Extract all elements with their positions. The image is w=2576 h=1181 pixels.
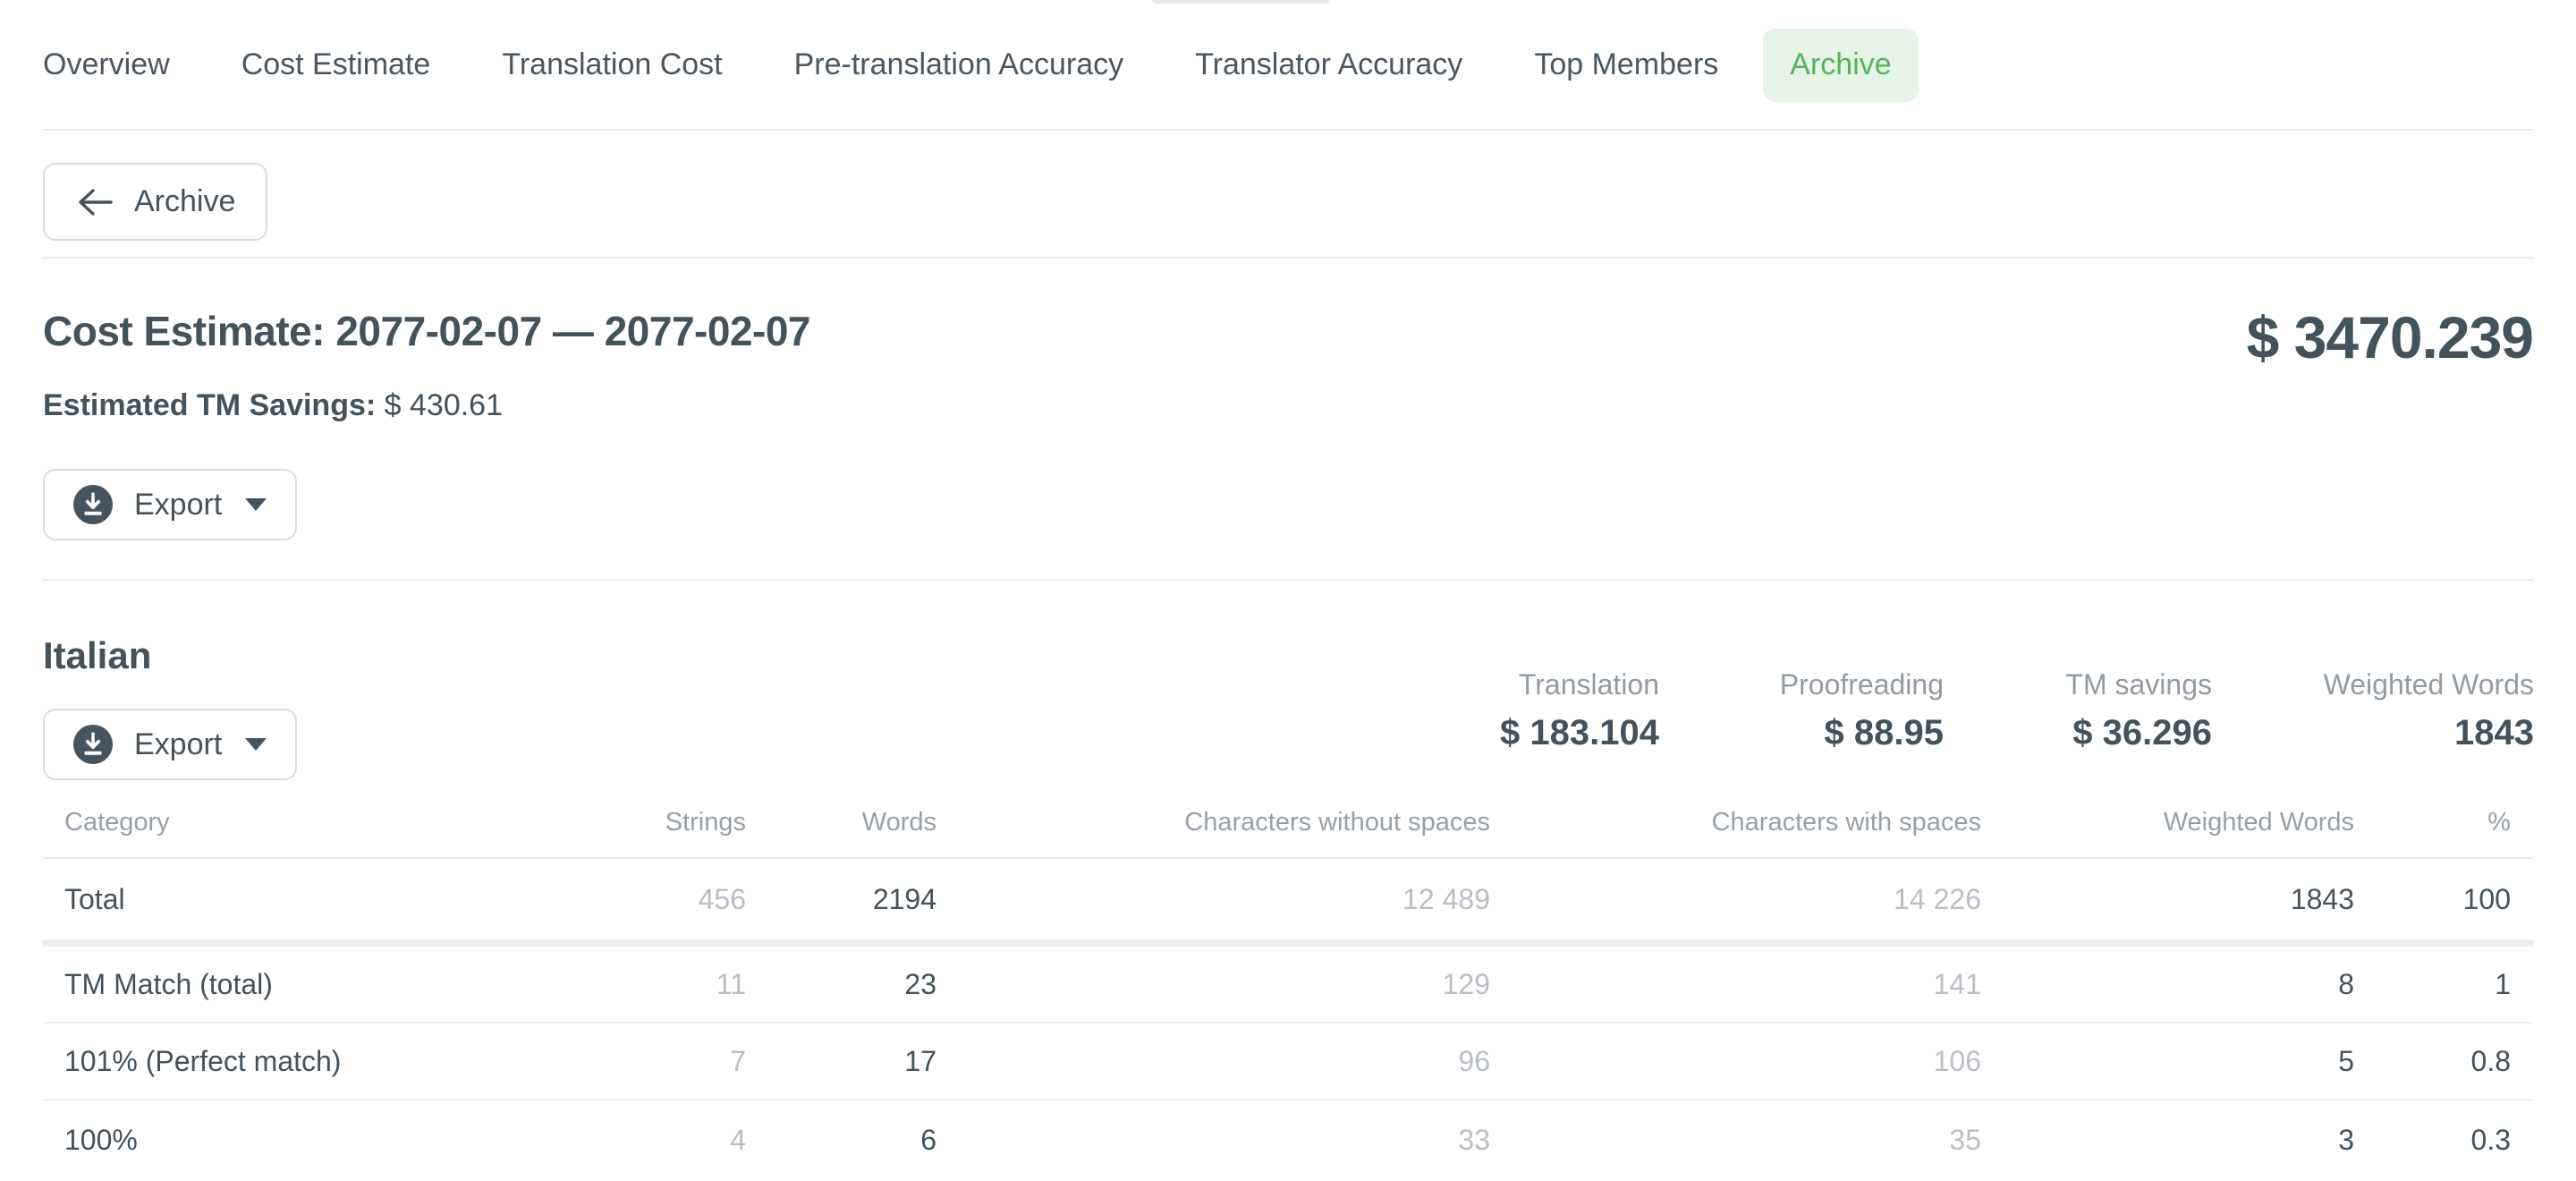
stat-value: $ 183.104 (1342, 709, 1659, 756)
chevron-down-icon (245, 738, 267, 751)
cell-chars-with-spaces: 141 (1490, 968, 1981, 1001)
tab-top-members[interactable]: Top Members (1507, 29, 1745, 102)
section-divider (43, 579, 2533, 581)
cell-weighted-words: 5 (1981, 1045, 2354, 1078)
table-row-tm-match: TM Match (total) 11 23 129 141 8 1 (43, 947, 2533, 1024)
cell-category: TM Match (total) (43, 968, 401, 1001)
cell-weighted-words: 1843 (1981, 883, 2354, 916)
language-stats: Translation $ 183.104 Proofreading $ 88.… (1342, 667, 2534, 756)
tabbar-divider (43, 129, 2533, 131)
tab-overview[interactable]: Overview (16, 29, 197, 102)
cell-percent: 0.8 (2354, 1045, 2533, 1078)
cell-chars-with-spaces: 14 226 (1490, 883, 1981, 916)
table-header-row: Category Strings Words Characters withou… (43, 787, 2533, 859)
cell-percent: 1 (2354, 968, 2533, 1001)
cost-estimate-title: Cost Estimate: 2077-02-07 — 2077-02-07 (43, 304, 810, 358)
cell-category: 101% (Perfect match) (43, 1045, 401, 1078)
table-row-101-perfect-match: 101% (Perfect match) 7 17 96 106 5 0.8 (43, 1024, 2533, 1100)
export-report-button[interactable]: Export (43, 469, 297, 540)
cell-chars-without-spaces: 12 489 (936, 883, 1490, 916)
tm-savings-label: Estimated TM Savings: (43, 388, 376, 422)
language-title: Italian (43, 633, 151, 678)
stat-label: Proofreading (1659, 667, 1944, 702)
cost-breakdown-table: Category Strings Words Characters withou… (43, 787, 2533, 1180)
table-row-100: 100% 4 6 33 35 3 0.3 (43, 1100, 2533, 1180)
stat-value: $ 36.296 (1944, 709, 2212, 756)
cell-words: 17 (746, 1045, 936, 1078)
col-header-chars-without-spaces: Characters without spaces (936, 808, 1490, 837)
tab-archive[interactable]: Archive (1763, 29, 1918, 102)
cell-chars-without-spaces: 129 (936, 968, 1490, 1001)
stat-proofreading: Proofreading $ 88.95 (1659, 667, 1944, 756)
cell-percent: 0.3 (2354, 1124, 2533, 1157)
table-total-separator (43, 939, 2533, 947)
cell-percent: 100 (2354, 883, 2533, 916)
reports-archive-page: Overview Cost Estimate Translation Cost … (0, 0, 2576, 1181)
cell-category: Total (43, 883, 401, 916)
col-header-percent: % (2354, 808, 2533, 837)
tm-savings-value: $ 430.61 (385, 388, 503, 422)
col-header-words: Words (746, 808, 936, 837)
stat-weighted-words: Weighted Words 1843 (2212, 667, 2534, 756)
arrow-left-icon (75, 187, 114, 217)
cell-strings: 456 (401, 883, 746, 916)
cell-weighted-words: 8 (1981, 968, 2354, 1001)
cell-words: 2194 (746, 883, 936, 916)
section-divider (43, 257, 2533, 259)
export-language-label: Export (134, 727, 222, 762)
export-report-label: Export (134, 488, 222, 523)
stat-tm-savings: TM savings $ 36.296 (1944, 667, 2212, 756)
tab-pre-translation-accuracy[interactable]: Pre-translation Accuracy (767, 29, 1151, 102)
chevron-down-icon (245, 498, 267, 511)
export-language-button[interactable]: Export (43, 709, 297, 780)
tab-cost-estimate[interactable]: Cost Estimate (215, 29, 458, 102)
stat-label: Weighted Words (2212, 667, 2534, 702)
stat-value: $ 88.95 (1659, 709, 1944, 756)
stat-translation: Translation $ 183.104 (1342, 667, 1659, 756)
stat-label: Translation (1342, 667, 1659, 702)
cell-words: 6 (746, 1124, 936, 1157)
stat-label: TM savings (1944, 667, 2212, 702)
download-icon (73, 485, 113, 524)
cell-strings: 11 (401, 968, 746, 1001)
col-header-strings: Strings (401, 808, 746, 837)
grand-total-amount: $ 3470.239 (2247, 304, 2533, 370)
tab-translator-accuracy[interactable]: Translator Accuracy (1168, 29, 1489, 102)
cell-chars-with-spaces: 35 (1490, 1124, 1981, 1157)
cell-category: 100% (43, 1124, 401, 1157)
cell-strings: 4 (401, 1124, 746, 1157)
table-row-total: Total 456 2194 12 489 14 226 1843 100 (43, 859, 2533, 939)
reports-tabbar: Overview Cost Estimate Translation Cost … (0, 0, 2576, 130)
col-header-chars-with-spaces: Characters with spaces (1490, 808, 1981, 837)
tm-savings-line: Estimated TM Savings: $ 430.61 (43, 387, 503, 424)
cell-chars-with-spaces: 106 (1490, 1045, 1981, 1078)
stat-value: 1843 (2212, 709, 2534, 756)
download-icon (73, 725, 113, 764)
cell-chars-without-spaces: 33 (936, 1124, 1490, 1157)
cell-strings: 7 (401, 1045, 746, 1078)
cell-chars-without-spaces: 96 (936, 1045, 1490, 1078)
back-to-archive-label: Archive (134, 184, 235, 219)
col-header-category: Category (43, 808, 401, 837)
col-header-weighted-words: Weighted Words (1981, 808, 2354, 837)
cell-words: 23 (746, 968, 936, 1001)
cell-weighted-words: 3 (1981, 1124, 2354, 1157)
back-to-archive-button[interactable]: Archive (43, 163, 267, 241)
tab-translation-cost[interactable]: Translation Cost (475, 29, 749, 102)
